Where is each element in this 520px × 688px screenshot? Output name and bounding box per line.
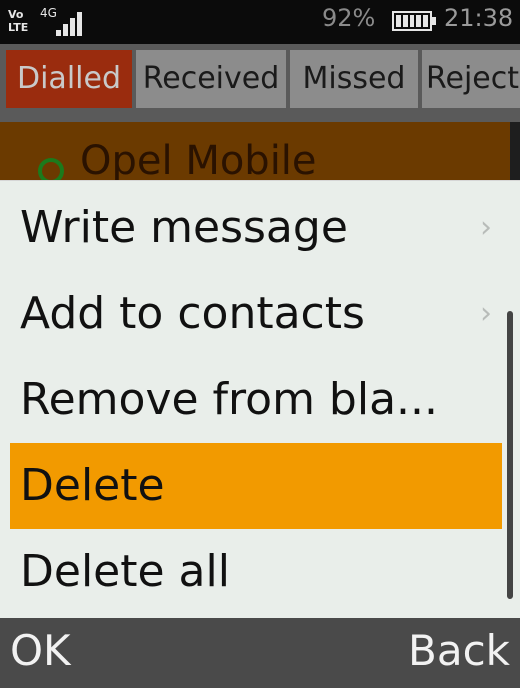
volte-indicator: Vo LTE (8, 8, 34, 36)
lte-label: LTE (8, 21, 29, 34)
battery-icon (392, 11, 432, 31)
signal-bars-icon (56, 12, 82, 36)
menu-scrollbar[interactable] (507, 311, 513, 599)
options-menu: Write message › Add to contacts › Remove… (0, 180, 520, 619)
menu-item-write-message[interactable]: Write message › (10, 185, 502, 271)
menu-item-label: Add to contacts (20, 288, 365, 339)
list-scrollbar (510, 122, 520, 184)
menu-item-label: Delete all (20, 546, 230, 597)
softkey-bar: OK Back (0, 618, 520, 688)
menu-item-add-to-contacts[interactable]: Add to contacts › (10, 271, 502, 357)
ok-softkey[interactable]: OK (10, 626, 71, 675)
tab-dialled[interactable]: Dialled (6, 50, 132, 108)
tab-missed[interactable]: Missed (290, 50, 418, 108)
menu-item-label: Write message (20, 202, 348, 253)
signal-strength-icon: 4G (40, 6, 104, 38)
menu-item-delete[interactable]: Delete (10, 443, 502, 529)
divider (0, 114, 520, 122)
tab-rejected[interactable]: Reject (422, 50, 520, 108)
chevron-right-icon: › (480, 296, 492, 331)
menu-item-label: Remove from bla... (20, 374, 438, 425)
menu-item-remove-from-blacklist[interactable]: Remove from bla... (10, 357, 502, 443)
tab-received[interactable]: Received (136, 50, 286, 108)
battery-tip (432, 17, 436, 25)
battery-percentage: 92% (322, 4, 376, 32)
call-log-tabs: Dialled Received Missed Reject (0, 44, 520, 114)
status-bar: Vo LTE 4G 92% 21:38 (0, 0, 520, 44)
clock: 21:38 (444, 4, 514, 32)
call-log-entry[interactable]: Opel Mobile (0, 114, 520, 184)
menu-item-delete-all[interactable]: Delete all (10, 529, 502, 615)
back-softkey[interactable]: Back (408, 626, 510, 675)
chevron-right-icon: › (480, 210, 492, 245)
menu-item-label: Delete (20, 460, 165, 511)
volte-label: Vo (8, 8, 24, 21)
contact-name: Opel Mobile (80, 138, 317, 184)
